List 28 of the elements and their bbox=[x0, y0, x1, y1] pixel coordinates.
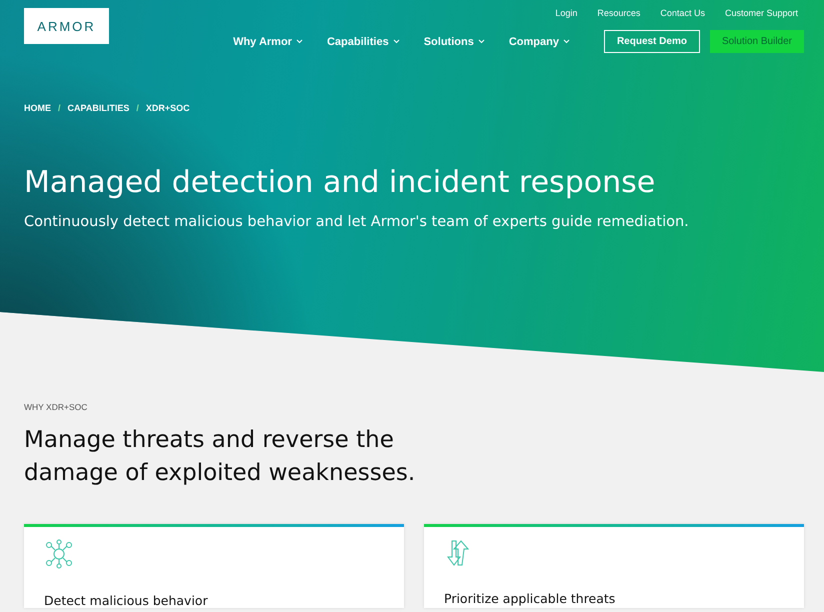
up-down-arrows-icon bbox=[444, 539, 472, 567]
utility-link[interactable]: Contact Us bbox=[660, 8, 705, 18]
utility-link[interactable]: Resources bbox=[597, 8, 640, 18]
nav-item[interactable]: Company bbox=[508, 36, 570, 48]
section-eyebrow: WHY XDR+SOC bbox=[24, 402, 88, 412]
logo[interactable]: ARMOR bbox=[24, 8, 109, 44]
request-demo-button[interactable]: Request Demo bbox=[604, 30, 700, 53]
breadcrumb-separator: / bbox=[136, 103, 139, 113]
chevron-down-icon bbox=[562, 39, 570, 44]
hero-subtitle: Continuously detect malicious behavior and let Armor's team of experts guide remediation. bbox=[24, 214, 690, 230]
section-heading: Manage threats and reverse the damage of exploited weaknesses. bbox=[24, 426, 416, 488]
card-title: Prioritize applicable threats bbox=[444, 591, 616, 606]
solution-builder-button[interactable]: Solution Builder bbox=[710, 30, 804, 53]
utility-link[interactable]: Login bbox=[555, 8, 578, 18]
nav-item[interactable]: Solutions bbox=[424, 36, 485, 48]
breadcrumb-separator: / bbox=[58, 103, 61, 113]
breadcrumb-link[interactable]: XDR+SOC bbox=[146, 103, 190, 113]
chevron-down-icon bbox=[478, 39, 485, 44]
chevron-down-icon bbox=[296, 39, 303, 44]
network-icon bbox=[44, 539, 74, 569]
card-title: Detect malicious behavior bbox=[44, 593, 209, 608]
breadcrumb-link[interactable]: HOME bbox=[24, 103, 51, 113]
hero-title: Managed detection and incident response bbox=[24, 165, 656, 200]
nav-item[interactable]: Capabilities bbox=[326, 36, 400, 48]
breadcrumb-link[interactable]: CAPABILITIES bbox=[68, 103, 130, 113]
utility-link[interactable]: Customer Support bbox=[724, 8, 798, 18]
chevron-down-icon bbox=[392, 39, 400, 44]
nav-item[interactable]: Why Armor bbox=[233, 36, 303, 48]
